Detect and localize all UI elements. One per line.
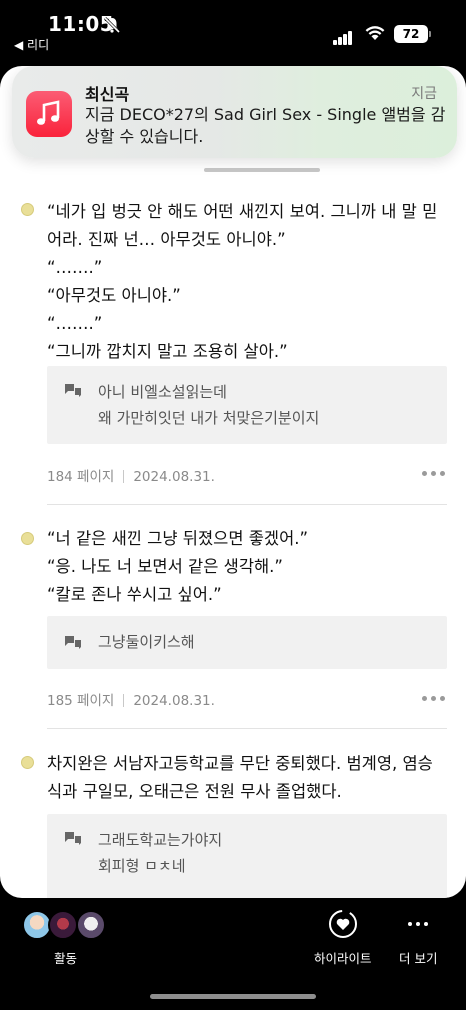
memo-text: 그래도학교는가야지 회피형 ㅁㅊ네 <box>98 827 222 879</box>
music-note-icon <box>26 91 72 137</box>
page-number: 185 페이지 <box>47 693 115 709</box>
battery-indicator: 72 <box>394 25 428 43</box>
highlight-line: “칼로 존나 쑤시고 싶어.” <box>47 585 222 604</box>
back-to-app-link[interactable]: ◀ 리디 <box>14 36 49 53</box>
highlight-color-dot <box>21 532 34 545</box>
page-number: 184 페이지 <box>47 469 115 485</box>
highlight-line: “그니까 깝치지 말고 조용히 살아.” <box>47 342 288 361</box>
avatar <box>48 910 78 940</box>
memo-line: 회피형 ㅁㅊ네 <box>98 857 186 875</box>
divider <box>47 504 447 505</box>
activity-label: 활동 <box>54 951 78 966</box>
more-label: 더 보기 <box>399 951 438 966</box>
wifi-icon <box>365 26 385 40</box>
memo-box[interactable]: 그래도학교는가야지 회피형 ㅁㅊ네 <box>47 814 447 898</box>
highlight-line: “아무것도 아니야.” <box>47 286 181 305</box>
heart-circle-icon <box>329 910 357 938</box>
memo-line: 그래도학교는가야지 <box>98 831 223 849</box>
highlight-text: “네가 입 벙긋 안 해도 어떤 새낀지 보여. 그니까 내 말 믿 어라. 진… <box>47 198 447 366</box>
bottom-toolbar: 활동 하이라이트 더 보기 <box>0 898 466 1010</box>
bell-slash-icon <box>103 16 121 34</box>
notification-title: 최신곡 <box>85 85 130 104</box>
more-options-icon[interactable] <box>422 471 445 476</box>
memo-text: 그냥둘이키스해 <box>98 629 195 655</box>
memo-text: 아니 비엘소설읽는데 왜 가만히잇던 내가 처맞은기분이지 <box>98 379 319 431</box>
memo-line: 그냥둘이키스해 <box>98 633 195 651</box>
notification-time: 지금 <box>411 86 437 102</box>
highlight-date: 2024.08.31. <box>133 693 215 709</box>
status-bar: 11:05 ◀ 리디 72 <box>0 0 466 58</box>
highlight-line: “…….” <box>47 258 103 277</box>
memo-icon <box>65 384 81 397</box>
highlight-line: 식과 구일모, 오태근은 전원 무사 졸업했다. <box>47 782 342 801</box>
highlight-line: 차지완은 서남자고등학교를 무단 중퇴했다. 범계영, 염승 <box>47 754 433 773</box>
highlight-text: 차지완은 서남자고등학교를 무단 중퇴했다. 범계영, 염승 식과 구일모, 오… <box>47 750 447 806</box>
highlight-line: “응. 나도 너 보면서 같은 생각해.” <box>47 557 283 576</box>
highlight-line: 어라. 진짜 넌… 아무것도 아니야.” <box>47 230 286 249</box>
divider <box>47 728 447 729</box>
highlight-line: “너 같은 새낀 그냥 뒤졌으면 좋겠어.” <box>47 529 309 548</box>
sheet-grabber[interactable] <box>204 168 320 172</box>
more-horizontal-icon <box>408 922 428 926</box>
notification-body: 지금 DECO*27의 Sad Girl Sex - Single 앨범을 감상… <box>85 105 446 146</box>
highlight-meta: 184 페이지 2024.08.31. <box>47 465 215 485</box>
highlight-list[interactable]: “네가 입 벙긋 안 해도 어떤 새낀지 보여. 그니까 내 말 믿 어라. 진… <box>0 66 466 898</box>
music-notification-banner[interactable]: 최신곡 지금 지금 DECO*27의 Sad Girl Sex - Single… <box>12 66 457 158</box>
battery-tip <box>429 31 431 37</box>
memo-icon <box>65 832 81 845</box>
highlight-color-dot <box>21 203 34 216</box>
memo-line: 아니 비엘소설읽는데 <box>98 383 227 401</box>
more-options-icon[interactable] <box>422 696 445 701</box>
memo-box[interactable]: 그냥둘이키스해 <box>47 616 447 669</box>
highlight-line: “…….” <box>47 314 103 333</box>
memo-icon <box>65 636 81 649</box>
memo-box[interactable]: 아니 비엘소설읽는데 왜 가만히잇던 내가 처맞은기분이지 <box>47 366 447 444</box>
highlight-label: 하이라이트 <box>314 951 372 966</box>
highlight-line: “네가 입 벙긋 안 해도 어떤 새낀지 보여. 그니까 내 말 믿 <box>47 202 438 221</box>
cellular-signal-icon <box>333 26 353 45</box>
highlight-color-dot <box>21 756 34 769</box>
highlight-text: “너 같은 새낀 그냥 뒤졌으면 좋겠어.” “응. 나도 너 보면서 같은 생… <box>47 525 447 609</box>
highlight-date: 2024.08.31. <box>133 469 215 485</box>
memo-line: 왜 가만히잇던 내가 처맞은기분이지 <box>98 409 320 427</box>
home-indicator[interactable] <box>150 994 316 999</box>
avatar <box>76 910 106 940</box>
highlight-meta: 185 페이지 2024.08.31. <box>47 689 215 709</box>
